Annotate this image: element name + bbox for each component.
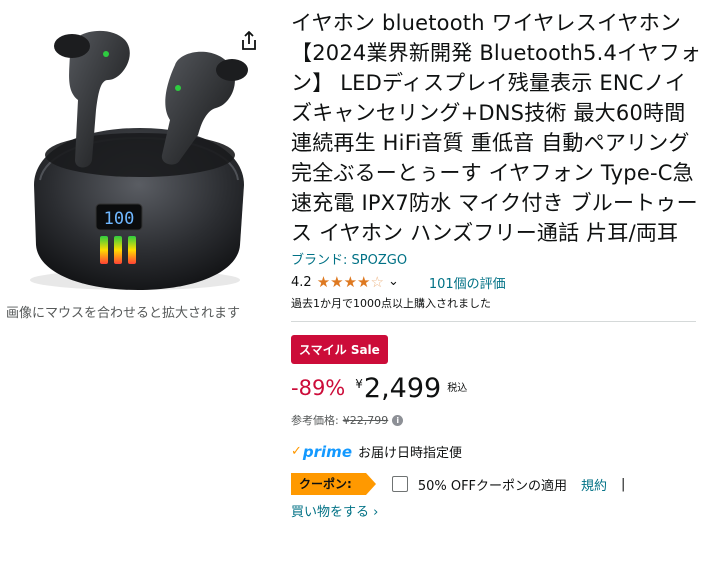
currency-symbol: ¥ (355, 377, 363, 391)
tax-label: 税込 (447, 383, 468, 394)
image-column: 100 画像にマウスを合わせると拡大されます (0, 0, 280, 330)
zoom-hint: 画像にマウスを合わせると拡大されます (6, 306, 241, 321)
product-title: イヤホン bluetooth ワイヤレスイヤホン 【2024業界新開発 Blue… (291, 11, 702, 245)
discount-percent: -89% (291, 376, 346, 400)
product-image[interactable]: 100 (20, 10, 260, 300)
coupon-tag: クーポン: (291, 473, 376, 495)
shop-link[interactable]: 買い物をする › (291, 501, 703, 520)
coupon-checkbox[interactable] (391, 476, 408, 492)
prime-check-icon: ✓ (291, 444, 302, 459)
prime-row: ✓ prime お届け日時指定便 (291, 442, 703, 462)
review-count-link[interactable]: 101個の評価 (429, 273, 506, 292)
prime-delivery: お届け日時指定便 (358, 446, 463, 461)
star-rating[interactable]: ★ ★ ★ ★ ☆ (316, 272, 384, 291)
share-icon[interactable] (238, 30, 260, 52)
rating-row: 4.2 ★ ★ ★ ★ ☆ ⌄ 101個の評価 (291, 272, 703, 292)
battery-display: 100 (104, 209, 135, 229)
prime-logo: ✓ prime (291, 443, 352, 461)
price-amount: 2,499 (363, 373, 442, 404)
reference-price: ¥22,799 (342, 413, 389, 427)
star-icon: ★ (316, 272, 331, 291)
brand-link[interactable]: ブランド: SPOZGO (291, 249, 703, 268)
chevron-down-icon[interactable]: ⌄ (388, 274, 399, 289)
reference-price-row: 参考価格: ¥22,799 i (291, 412, 703, 428)
coupon-row: クーポン: 50% OFFクーポンの適用 規約 | (291, 473, 703, 495)
bought-count: 過去1か月で1000点以上購入されました (291, 295, 696, 322)
sale-badge: スマイル Sale (291, 335, 388, 364)
product-info: イヤホン bluetooth ワイヤレスイヤホン 【2024業界新開発 Blue… (291, 0, 703, 520)
coupon-terms-link[interactable]: 規約 (581, 475, 607, 494)
prime-logo-text: prime (302, 442, 352, 461)
reference-price-label: 参考価格: (291, 414, 339, 427)
star-icon: ★ (357, 272, 371, 291)
star-icon: ★ (343, 272, 358, 291)
separator: | (621, 476, 626, 492)
star-empty-icon: ☆ (370, 272, 384, 291)
price-row: -89% ¥ 2,499 税込 (291, 374, 703, 408)
star-icon: ★ (330, 272, 344, 291)
info-icon[interactable]: i (392, 414, 404, 426)
coupon-text: 50% OFFクーポンの適用 (417, 478, 568, 494)
rating-value[interactable]: 4.2 (291, 275, 312, 290)
